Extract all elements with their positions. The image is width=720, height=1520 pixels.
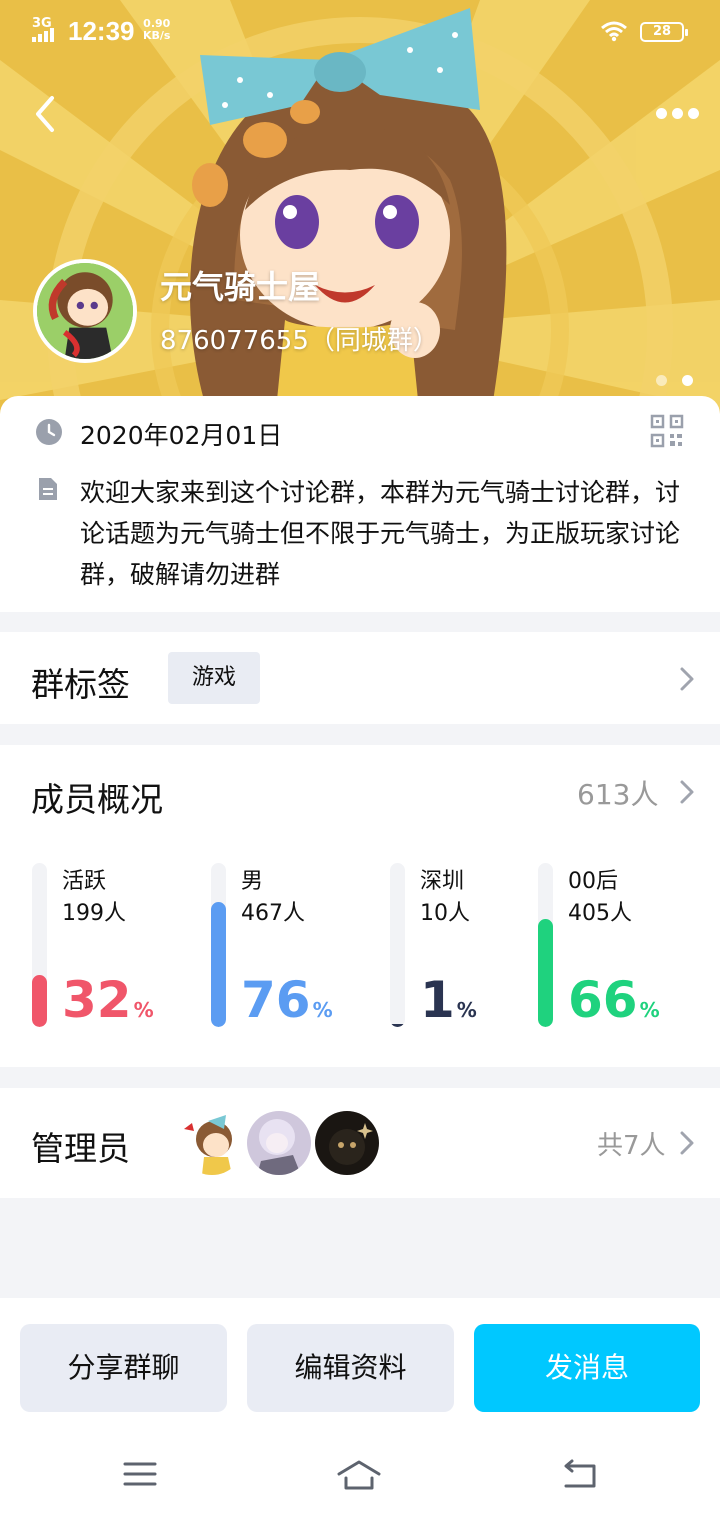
chevron-right-icon: [680, 667, 694, 691]
more-options-icon[interactable]: [652, 100, 702, 128]
group-tags-row[interactable]: 群标签 游戏: [0, 632, 720, 724]
stat-bar-track: [32, 863, 47, 1027]
chevron-right-icon: [680, 1131, 694, 1155]
send-message-button[interactable]: 发消息: [474, 1324, 700, 1412]
back-arrow-icon[interactable]: [26, 90, 66, 138]
clock-time: 12:39: [68, 16, 135, 46]
stat-bar-fill: [32, 975, 47, 1027]
status-bar: 3G 12:39 0.90 KB/s 28: [0, 0, 720, 64]
admin-total: 共7人: [597, 1131, 666, 1161]
stat-label: 00后: [568, 869, 618, 894]
edit-profile-button[interactable]: 编辑资料: [247, 1324, 454, 1412]
stat-bar-fill: [538, 919, 553, 1027]
stat-bar-fill: [211, 902, 226, 1027]
group-name: 元气骑士屋: [160, 268, 321, 306]
group-info-card: 2020年02月01日 欢迎大家来到这个讨论群，本群为元气骑士讨论群，讨论话题为…: [0, 396, 720, 612]
stat-label: 深圳: [420, 869, 465, 894]
wifi-icon: [601, 21, 627, 42]
share-group-button[interactable]: 分享群聊: [20, 1324, 227, 1412]
menu-icon[interactable]: [118, 1456, 162, 1492]
stat-percent: 1%: [420, 971, 477, 1029]
member-overview-section[interactable]: 成员概况 613人 活跃 199人 32% 男 467人 76% 深圳 10人 …: [0, 745, 720, 1067]
stat-count: 467人: [241, 901, 305, 926]
stat-bar-track: [211, 863, 226, 1027]
stat-bar-fill: [390, 1024, 405, 1027]
stat-bar-track: [390, 863, 405, 1027]
stat-count: 10人: [420, 901, 470, 926]
admin-avatar[interactable]: [315, 1111, 379, 1175]
created-date: 2020年02月01日: [80, 421, 283, 450]
stat-label: 活跃: [62, 869, 107, 894]
admins-row[interactable]: 管理员 共7人: [0, 1088, 720, 1198]
stat-count: 199人: [62, 901, 126, 926]
group-introduction: 欢迎大家来到这个讨论群，本群为元气骑士讨论群，讨论话题为元气骑士但不限于元气骑士…: [80, 478, 681, 589]
group-avatar[interactable]: [33, 259, 137, 363]
stat-count: 405人: [568, 901, 632, 926]
bottom-action-bar: 分享群聊 编辑资料 发消息: [0, 1298, 720, 1520]
group-id: 876077655（同城群）: [160, 326, 439, 356]
qr-code-icon[interactable]: [650, 414, 684, 448]
group-cover-banner: 3G 12:39 0.90 KB/s 28 元气骑士屋 876077655（同城…: [0, 0, 720, 420]
back-nav-icon[interactable]: [558, 1456, 602, 1492]
clock-icon: [36, 419, 62, 445]
cover-pager-dots: [652, 375, 696, 387]
stat-percent: 76%: [241, 971, 333, 1029]
signal-icon: [32, 28, 62, 42]
admin-avatar[interactable]: [247, 1111, 311, 1175]
tag-chip: 游戏: [168, 652, 260, 704]
stat-bar-track: [538, 863, 553, 1027]
chevron-right-icon: [680, 780, 694, 804]
member-overview-title: 成员概况: [31, 780, 163, 819]
stat-percent: 32%: [62, 971, 154, 1029]
battery-icon: 28: [640, 22, 688, 42]
admin-avatar[interactable]: [180, 1111, 244, 1175]
stat-percent: 66%: [568, 971, 660, 1029]
member-count: 613人: [577, 778, 659, 811]
description-icon: [39, 478, 57, 500]
home-icon[interactable]: [337, 1456, 381, 1492]
admins-title: 管理员: [31, 1129, 130, 1168]
network-speed: 0.90 KB/s: [143, 17, 171, 42]
group-tags-title: 群标签: [31, 665, 130, 704]
stat-label: 男: [241, 869, 264, 894]
